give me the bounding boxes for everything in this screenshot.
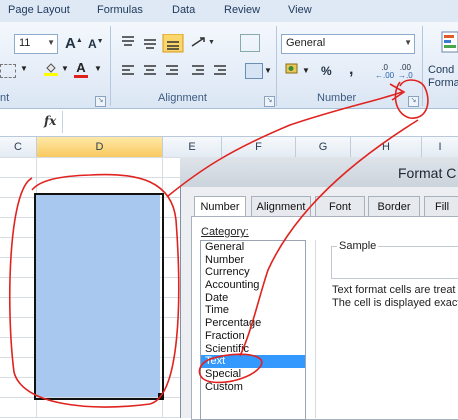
align-center-icon xyxy=(144,65,156,75)
increase-indent-icon xyxy=(214,65,226,75)
decrease-indent-icon xyxy=(192,65,204,75)
dialog-title: Format C xyxy=(398,165,457,181)
decrease-decimal-button[interactable]: .00 →.0 xyxy=(397,63,414,81)
menu-formulas[interactable]: Formulas xyxy=(97,4,143,16)
column-header-e[interactable]: E xyxy=(163,137,222,157)
paint-bucket-icon xyxy=(44,63,58,76)
comma-button[interactable]: , xyxy=(348,60,354,80)
text-format-description-line1: Text format cells are treat xyxy=(332,284,456,296)
chevron-down-icon[interactable]: ▼ xyxy=(20,64,28,73)
category-scientific[interactable]: Scientific xyxy=(201,343,305,356)
category-fraction[interactable]: Fraction xyxy=(201,330,305,343)
font-dialog-launcher-icon[interactable]: ↘ xyxy=(95,96,106,107)
formula-input[interactable] xyxy=(62,111,458,133)
orientation-icon xyxy=(191,37,205,47)
font-color-button[interactable]: A xyxy=(73,60,89,78)
tab-fill[interactable]: Fill xyxy=(424,196,458,218)
alignment-group-label: Alignment xyxy=(158,92,207,104)
tab-alignment[interactable]: Alignment xyxy=(251,196,311,218)
insert-function-icon[interactable]: fx xyxy=(44,114,56,128)
chevron-down-icon[interactable]: ▼ xyxy=(94,64,102,73)
category-time[interactable]: Time xyxy=(201,304,305,317)
grow-font-button[interactable]: A▲ xyxy=(64,34,84,53)
menu-view[interactable]: View xyxy=(288,4,312,16)
column-header-g[interactable]: G xyxy=(296,137,351,157)
list-scrollbar-track[interactable] xyxy=(315,240,316,418)
chevron-down-icon[interactable]: ▼ xyxy=(264,66,272,75)
font-size-dropdown[interactable]: 11 ▼ xyxy=(14,34,58,54)
conditional-formatting-label-line2: Forma xyxy=(428,77,458,89)
wrap-text-icon[interactable] xyxy=(240,34,260,52)
category-label: Category: xyxy=(201,226,249,238)
column-header-f[interactable]: F xyxy=(222,137,296,157)
currency-icon xyxy=(285,63,298,74)
conditional-formatting-label-line1: Cond xyxy=(428,64,455,76)
alignment-buttons: ▼ xyxy=(122,34,226,75)
number-format-dropdown[interactable]: General ▼ xyxy=(281,34,415,54)
column-header-i[interactable]: I xyxy=(422,137,458,157)
conditional-formatting-icon xyxy=(441,31,458,53)
borders-icon[interactable] xyxy=(0,64,16,78)
text-format-description-line2: The cell is displayed exact xyxy=(332,297,458,309)
category-special[interactable]: Special xyxy=(201,368,305,381)
alignment-dialog-launcher-icon[interactable]: ↘ xyxy=(264,96,275,107)
category-general[interactable]: General xyxy=(201,241,305,254)
sample-label: Sample xyxy=(337,240,379,252)
fill-color-button[interactable] xyxy=(44,62,58,76)
menu-data[interactable]: Data xyxy=(172,4,195,16)
conditional-formatting-button[interactable] xyxy=(440,30,458,56)
tab-border[interactable]: Border xyxy=(368,196,420,218)
menu-review[interactable]: Review xyxy=(224,4,260,16)
group-separator xyxy=(276,26,277,106)
category-percentage[interactable]: Percentage xyxy=(201,317,305,330)
font-color-icon: A xyxy=(76,60,86,75)
group-separator xyxy=(422,26,423,106)
category-text-selected[interactable]: Text xyxy=(201,355,305,368)
arrow-left-icon: ←.00 xyxy=(375,71,395,80)
menu-page-layout[interactable]: Page Layout xyxy=(8,4,70,16)
align-middle-icon xyxy=(144,39,156,49)
column-header-c[interactable]: C xyxy=(0,137,37,157)
chevron-down-icon: ▼ xyxy=(208,39,215,46)
category-date[interactable]: Date xyxy=(201,292,305,305)
category-currency[interactable]: Currency xyxy=(201,266,305,279)
increase-decimal-button[interactable]: .0 ←.00 xyxy=(374,63,395,81)
accounting-format-button[interactable] xyxy=(285,62,301,76)
number-format-value: General xyxy=(286,37,326,49)
tab-font[interactable]: Font xyxy=(315,196,365,218)
selection-border xyxy=(34,193,164,400)
chevron-down-icon[interactable]: ▼ xyxy=(302,66,310,75)
column-header-h[interactable]: H xyxy=(351,137,422,157)
column-header-d[interactable]: D xyxy=(37,137,163,157)
category-number[interactable]: Number xyxy=(201,254,305,267)
arrow-right-icon: →.0 xyxy=(398,71,413,80)
chevron-down-icon: ▼ xyxy=(47,38,55,47)
category-accounting[interactable]: Accounting xyxy=(201,279,305,292)
percent-button[interactable]: % xyxy=(320,63,333,79)
chevron-down-icon[interactable]: ▼ xyxy=(61,64,69,73)
chevron-down-icon: ▼ xyxy=(404,38,412,47)
align-left-icon xyxy=(122,65,134,75)
group-separator xyxy=(110,26,111,106)
font-group-label: nt xyxy=(0,92,10,104)
align-top-icon xyxy=(122,36,134,46)
number-dialog-launcher-icon[interactable]: ↘ xyxy=(408,96,419,107)
shrink-font-button[interactable]: A▼ xyxy=(87,36,105,52)
align-right-icon xyxy=(166,65,178,75)
category-list[interactable]: General Number Currency Accounting Date … xyxy=(200,240,306,420)
merge-center-icon[interactable] xyxy=(245,63,263,79)
number-group-label: Number xyxy=(317,92,357,104)
font-size-value: 11 xyxy=(19,37,31,49)
category-custom[interactable]: Custom xyxy=(201,381,305,394)
font-color-bar xyxy=(74,75,88,78)
fill-handle[interactable] xyxy=(158,393,163,398)
